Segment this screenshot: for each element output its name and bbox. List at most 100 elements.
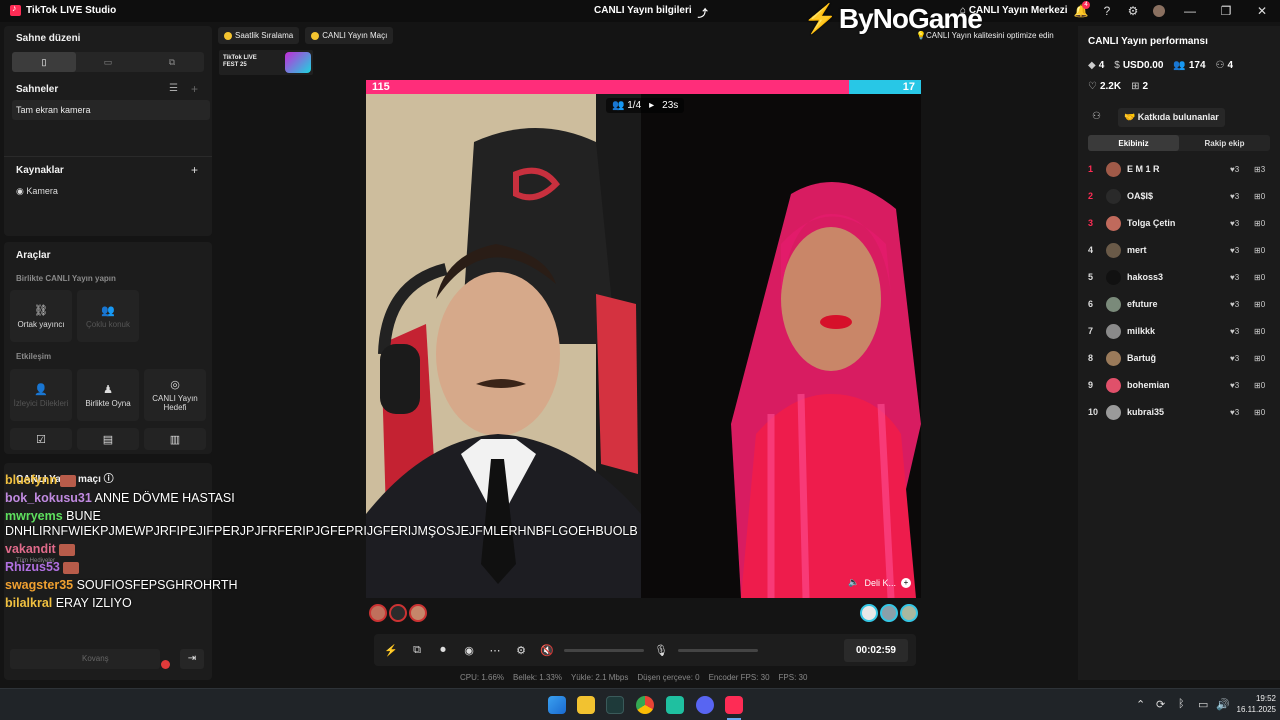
- round-value: 1/4: [627, 100, 642, 111]
- close-icon[interactable]: ✕: [1244, 0, 1280, 22]
- terminal-icon[interactable]: [606, 696, 624, 714]
- landscape-layout-icon[interactable]: ▭: [76, 52, 140, 72]
- volume-icon[interactable]: 🔊: [1216, 698, 1230, 711]
- help-icon[interactable]: ?: [1094, 0, 1120, 22]
- contributor-name: E M 1 R: [1127, 164, 1160, 174]
- viewer-wishes-label: İzleyici Dilekleri: [13, 398, 69, 408]
- windows-start-icon[interactable]: [548, 696, 566, 714]
- chat-username: bilalkral: [5, 596, 53, 610]
- archive-tool-button[interactable]: ▥: [144, 428, 206, 450]
- leaderboard-row[interactable]: 9 bohemian ♥3 ⊞0: [1088, 376, 1278, 394]
- minimize-icon[interactable]: —: [1172, 0, 1208, 22]
- opponent-label-chip[interactable]: 🔈 Deli K... +: [848, 577, 911, 588]
- maximize-icon[interactable]: ❐: [1208, 0, 1244, 22]
- live-match-chip[interactable]: CANLI Yayın Maçı: [305, 27, 394, 44]
- exit-icon[interactable]: ⇥: [180, 649, 204, 669]
- chrome-icon[interactable]: [636, 696, 654, 714]
- leaderboard-row[interactable]: 4 mert ♥3 ⊞0: [1088, 241, 1278, 259]
- camera-icon: ◉: [16, 186, 24, 196]
- settings-icon[interactable]: ⚙: [1120, 0, 1146, 22]
- gifter-avatar[interactable]: [369, 604, 387, 622]
- contributor-name: bohemian: [1127, 380, 1170, 390]
- diamonds-value: 4: [1098, 60, 1105, 71]
- tiktok-live-studio-icon[interactable]: [725, 696, 743, 714]
- leaderboard-row[interactable]: 2 OA$I$ ♥3 ⊞0: [1088, 187, 1278, 205]
- multi-guest-tool-button[interactable]: 👥 Çoklu konuk: [77, 290, 139, 342]
- person-settings-icon[interactable]: ⚇: [1092, 111, 1101, 122]
- app-window: TikTok LIVE Studio CANLI Yayın bilgileri…: [0, 0, 1280, 720]
- leaderboard-row[interactable]: 8 Bartuğ ♥3 ⊞0: [1088, 349, 1278, 367]
- contributor-avatar: [1106, 296, 1121, 312]
- live-info-button[interactable]: CANLI Yayın bilgileri ⤴: [594, 5, 708, 20]
- target-icon: ◎: [170, 379, 180, 391]
- contributor-gifts: ⊞0: [1254, 191, 1266, 201]
- leaderboard-rank: 7: [1088, 326, 1094, 336]
- cohost-tool-button[interactable]: ⛓ Ortak yayıncı: [10, 290, 72, 342]
- viewer-wishes-tool-button[interactable]: 👤 İzleyici Dilekleri: [10, 369, 72, 421]
- chevron-up-icon[interactable]: ⌃: [1136, 698, 1145, 711]
- tab-rival-team[interactable]: Rakip ekip: [1179, 135, 1270, 151]
- chat-message: bluefynn: [5, 473, 255, 488]
- optimize-hint[interactable]: 💡CANLI Yayın kalitesini optimize edin: [916, 31, 1054, 40]
- speaker-muted-icon[interactable]: 🔇: [538, 644, 556, 657]
- portrait-layout-icon[interactable]: ▯: [12, 52, 76, 72]
- more-icon[interactable]: ⋯: [486, 644, 504, 657]
- record-icon[interactable]: ⏺: [434, 644, 452, 657]
- live-center-button[interactable]: ⌂ CANLI Yayın Merkezi: [960, 5, 1068, 16]
- add-scene-icon[interactable]: +: [191, 82, 198, 96]
- effects-icon[interactable]: ⚡: [382, 644, 400, 657]
- screen-share-icon[interactable]: ⧉: [408, 644, 426, 657]
- contributors-button[interactable]: 🤝 Katkıda bulunanlar: [1118, 108, 1225, 127]
- hourly-ranking-chip[interactable]: Saatlik Sıralama: [218, 27, 300, 44]
- adjust-icon[interactable]: ⚙: [512, 644, 530, 657]
- sync-icon[interactable]: ⟳: [1156, 698, 1165, 711]
- opponent-camera-feed: [641, 94, 921, 598]
- tab-our-team[interactable]: Ekibiniz: [1088, 135, 1179, 151]
- scene-item-fullscreen-camera[interactable]: Tam ekran kamera: [12, 100, 210, 120]
- window-controls: 🔔 4 ? ⚙ — ❐ ✕: [1068, 0, 1280, 22]
- list-icon[interactable]: ☰: [169, 83, 178, 94]
- source-item-camera[interactable]: ◉ Kamera: [16, 186, 58, 197]
- gifter-avatar[interactable]: [880, 604, 898, 622]
- bottom-input[interactable]: Kovanş: [10, 649, 160, 669]
- contributor-hearts: ♥3: [1230, 326, 1240, 336]
- leaderboard-row[interactable]: 10 kubrai35 ♥3 ⊞0: [1088, 403, 1278, 421]
- network-icon[interactable]: ▭: [1198, 698, 1208, 711]
- no-entry-icon: [161, 660, 170, 669]
- gifter-avatar[interactable]: [860, 604, 878, 622]
- camera-switch-icon[interactable]: ◉: [460, 644, 478, 657]
- live-info-label: CANLI Yayın bilgileri: [594, 5, 692, 16]
- users-icon: 👥: [1173, 60, 1186, 71]
- speaker-volume-slider[interactable]: [564, 648, 644, 652]
- avatar[interactable]: [1146, 0, 1172, 22]
- chat-username: mwryems: [5, 509, 63, 523]
- microphone-icon[interactable]: 🎙: [652, 644, 670, 657]
- add-icon[interactable]: +: [901, 577, 911, 588]
- live-goal-tool-button[interactable]: ◎ CANLI Yayın Hedefi: [144, 369, 206, 421]
- add-source-icon[interactable]: +: [191, 163, 198, 177]
- speaker-icon[interactable]: 🔈: [848, 577, 859, 588]
- gifter-avatar[interactable]: [389, 604, 407, 622]
- scene-layout-title: Sahne düzeni: [16, 33, 81, 44]
- play-together-tool-button[interactable]: ♟ Birlikte Oyna: [77, 369, 139, 421]
- discord-icon[interactable]: [696, 696, 714, 714]
- mic-volume-slider[interactable]: [678, 648, 758, 652]
- live-fest-banner[interactable]: TikTok LIVE FEST 25: [219, 50, 313, 75]
- leaderboard-row[interactable]: 7 milkkk ♥3 ⊞0: [1088, 322, 1278, 340]
- leaderboard-row[interactable]: 6 efuture ♥3 ⊞0: [1088, 295, 1278, 313]
- gifter-avatar[interactable]: [900, 604, 918, 622]
- shop-tool-button[interactable]: ▤: [77, 428, 139, 450]
- poll-tool-button[interactable]: ☑: [10, 428, 72, 450]
- app-icon[interactable]: [666, 696, 684, 714]
- file-explorer-icon[interactable]: [577, 696, 595, 714]
- gifter-avatar[interactable]: [409, 604, 427, 622]
- leaderboard-row[interactable]: 1 E M 1 R ♥3 ⊞3: [1088, 160, 1278, 178]
- chat-message: bilalkral ERAY IZLIYO: [5, 596, 255, 611]
- bluetooth-icon[interactable]: ᛒ: [1178, 698, 1185, 710]
- multi-layout-icon[interactable]: ⧉: [140, 52, 204, 72]
- leaderboard-row[interactable]: 3 Tolga Çetin ♥3 ⊞0: [1088, 214, 1278, 232]
- clock[interactable]: 19:52 16.11.2025: [1237, 693, 1276, 715]
- live-match-chip-label: CANLI Yayın Maçı: [322, 31, 388, 40]
- leaderboard-row[interactable]: 5 hakoss3 ♥3 ⊞0: [1088, 268, 1278, 286]
- bell-icon[interactable]: 🔔 4: [1068, 0, 1094, 22]
